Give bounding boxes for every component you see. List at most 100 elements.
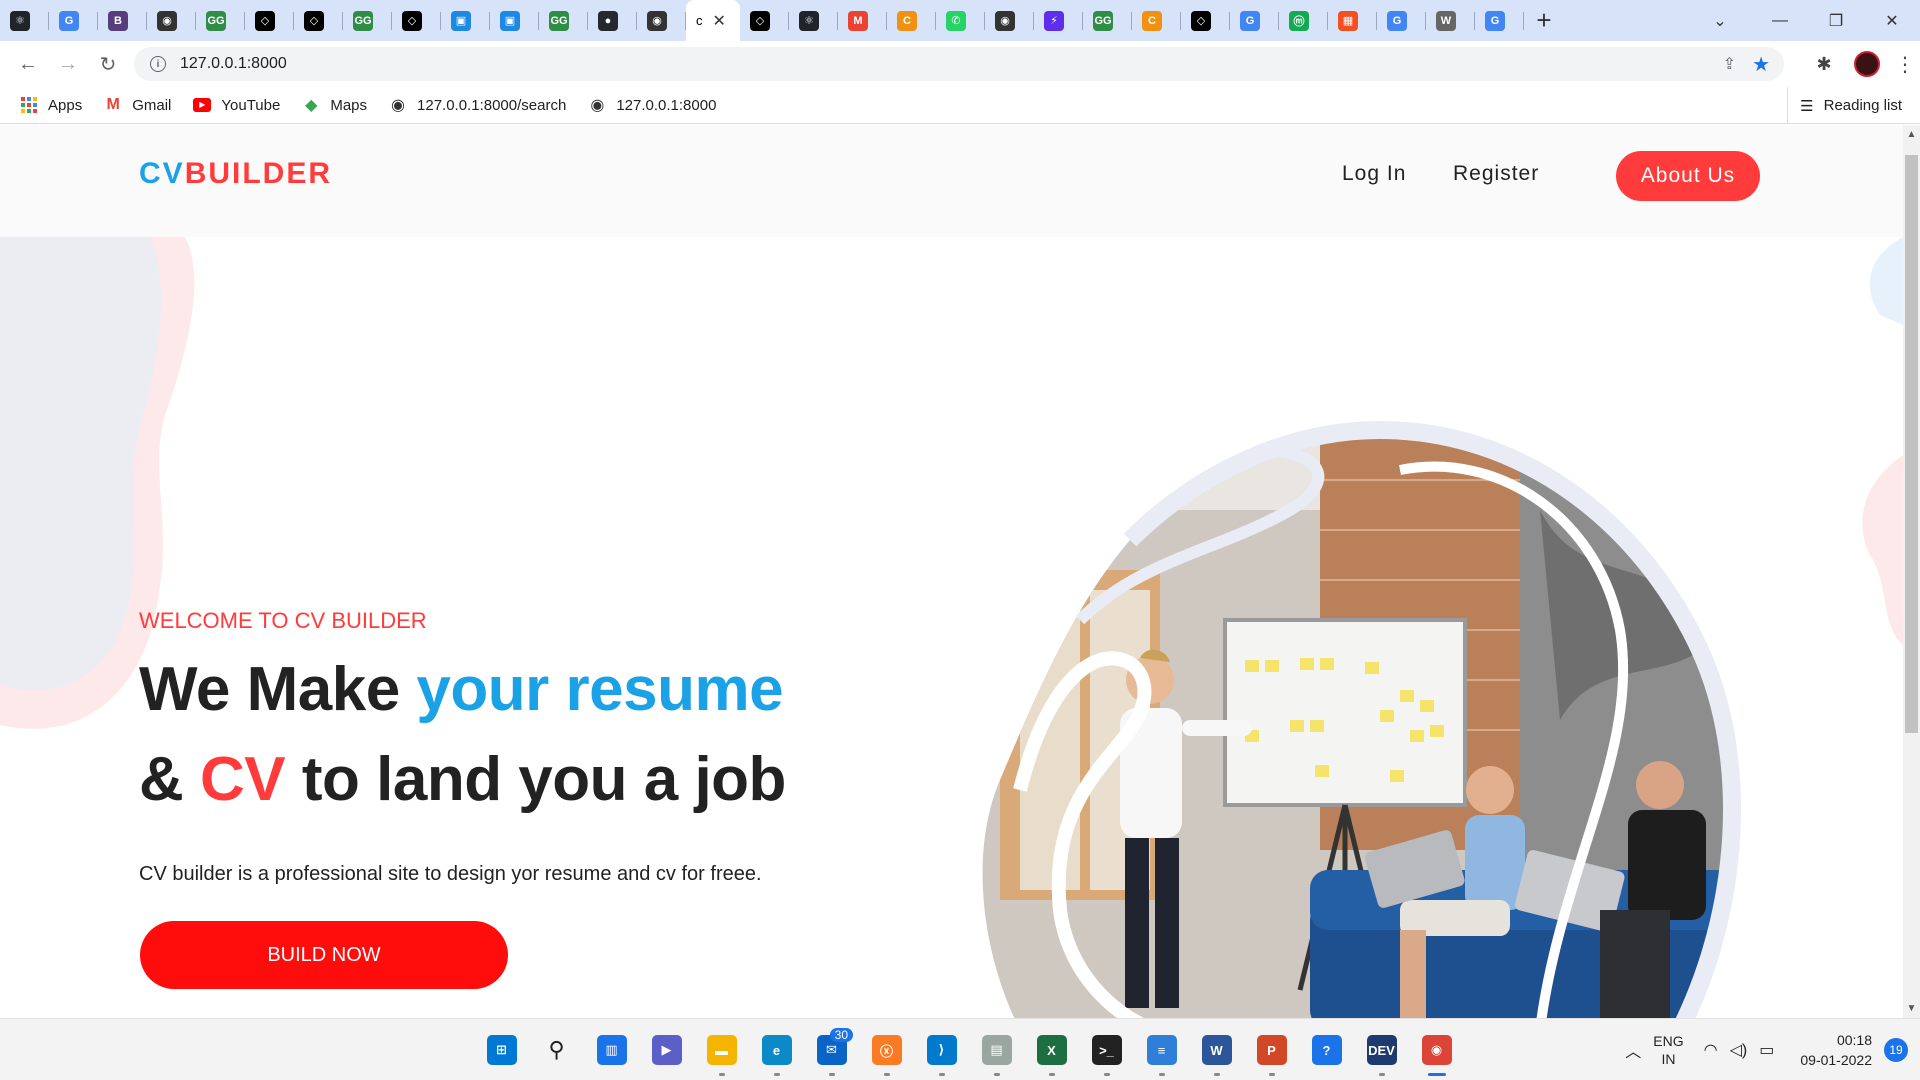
- scroll-down-arrow-icon[interactable]: ▼: [1903, 1003, 1920, 1014]
- address-bar[interactable]: i 127.0.0.1:8000 ⇪ ★: [134, 47, 1784, 81]
- browser-tab[interactable]: ⓜ: [1279, 0, 1328, 41]
- browser-tab[interactable]: ◇: [392, 0, 441, 41]
- new-tab-plus-icon[interactable]: +: [1524, 0, 1564, 41]
- browser-tab[interactable]: ◉: [985, 0, 1034, 41]
- taskbar-app[interactable]: ▬: [694, 1019, 749, 1080]
- battery-icon[interactable]: ▭: [1759, 1040, 1774, 1060]
- taskbar-app[interactable]: P: [1244, 1019, 1299, 1080]
- browser-menu-icon[interactable]: ⋮: [1890, 52, 1920, 77]
- forward-arrow-icon[interactable]: →: [48, 44, 88, 84]
- site-logo[interactable]: CVBUILDER: [139, 157, 332, 191]
- extensions-puzzle-icon[interactable]: ✱: [1804, 54, 1844, 75]
- browser-tab[interactable]: ●: [588, 0, 637, 41]
- taskbar-app[interactable]: W: [1189, 1019, 1244, 1080]
- volume-icon[interactable]: ◁): [1730, 1040, 1748, 1060]
- teams-chat-icon: ▶: [651, 1035, 682, 1065]
- language-indicator[interactable]: ENG IN: [1653, 1032, 1683, 1068]
- browser-tab[interactable]: GG: [539, 0, 588, 41]
- browser-tab[interactable]: GG: [343, 0, 392, 41]
- bookmark-youtube[interactable]: ▶ YouTube: [193, 96, 280, 114]
- bookmark-star-icon[interactable]: ★: [1752, 52, 1770, 77]
- browser-tab[interactable]: ◉: [147, 0, 196, 41]
- browser-tab[interactable]: ◇: [740, 0, 789, 41]
- nav-register-link[interactable]: Register: [1453, 162, 1539, 186]
- browser-tab[interactable]: ▣: [490, 0, 539, 41]
- restore-icon[interactable]: ❐: [1808, 0, 1864, 41]
- bookmark-localhost-search[interactable]: ◉ 127.0.0.1:8000/search: [389, 96, 566, 115]
- browser-tab[interactable]: M: [838, 0, 887, 41]
- browser-tab-active[interactable]: c ✕: [686, 0, 740, 41]
- taskbar-app[interactable]: ≡: [1134, 1019, 1189, 1080]
- taskbar-app[interactable]: >_: [1079, 1019, 1134, 1080]
- browser-tab[interactable]: B: [98, 0, 147, 41]
- browser-tab[interactable]: ▣: [441, 0, 490, 41]
- browser-tab[interactable]: ⚛: [789, 0, 838, 41]
- wikipedia-icon: W: [1436, 10, 1456, 31]
- notification-badge[interactable]: 19: [1884, 1038, 1908, 1062]
- clock[interactable]: 00:18 09-01-2022: [1800, 1030, 1872, 1070]
- browser-tab[interactable]: ✆: [936, 0, 985, 41]
- browser-tab[interactable]: ◉: [637, 0, 686, 41]
- browser-tab[interactable]: G: [49, 0, 98, 41]
- page-scrollbar[interactable]: ▲ ▼: [1903, 125, 1920, 1018]
- about-us-button[interactable]: About Us: [1616, 151, 1760, 201]
- scrollbar-thumb[interactable]: [1905, 155, 1918, 733]
- reload-icon[interactable]: ↻: [88, 44, 128, 84]
- region-code: IN: [1661, 1051, 1676, 1067]
- taskbar-app[interactable]: ⊞: [474, 1019, 529, 1080]
- logo-builder: BUILDER: [184, 157, 333, 190]
- profile-avatar[interactable]: [1854, 51, 1880, 77]
- browser-tab[interactable]: GG: [196, 0, 245, 41]
- bookmark-maps[interactable]: ◆ Maps: [302, 96, 367, 115]
- browser-tab[interactable]: ⚛: [0, 0, 49, 41]
- tray-chevron-up-icon[interactable]: ︿: [1625, 1038, 1641, 1062]
- running-indicator: [993, 1073, 1000, 1076]
- bookmark-localhost[interactable]: ◉ 127.0.0.1:8000: [588, 96, 716, 115]
- address-url[interactable]: 127.0.0.1:8000: [180, 55, 287, 73]
- browser-tab[interactable]: ◇: [1181, 0, 1230, 41]
- taskbar-app[interactable]: ◉: [1409, 1019, 1464, 1080]
- browser-tab[interactable]: ▦: [1328, 0, 1377, 41]
- taskbar-app[interactable]: ⚲: [529, 1019, 584, 1080]
- xampp-icon: ⓧ: [871, 1035, 902, 1065]
- taskbar-app[interactable]: X: [1024, 1019, 1079, 1080]
- scroll-up-arrow-icon[interactable]: ▲: [1903, 129, 1920, 140]
- close-tab-icon[interactable]: ✕: [713, 11, 726, 31]
- browser-tab[interactable]: C: [887, 0, 936, 41]
- taskbar-app[interactable]: ▶: [639, 1019, 694, 1080]
- taskbar-app[interactable]: ⟩: [914, 1019, 969, 1080]
- taskbar-app[interactable]: e: [749, 1019, 804, 1080]
- taskbar-app[interactable]: DEV: [1354, 1019, 1409, 1080]
- taskbar-app[interactable]: ✉ 30: [804, 1019, 859, 1080]
- tab-search-chevron-icon[interactable]: ⌄: [1700, 0, 1740, 41]
- browser-tab[interactable]: ◇: [294, 0, 343, 41]
- browser-tab[interactable]: G: [1230, 0, 1279, 41]
- browser-tab[interactable]: W: [1426, 0, 1475, 41]
- bookmarks-bar: Apps M Gmail ▶ YouTube ◆ Maps ◉ 127.0.0.…: [0, 87, 1920, 124]
- browser-tab[interactable]: G: [1377, 0, 1426, 41]
- taskbar-app[interactable]: ▥: [584, 1019, 639, 1080]
- close-window-icon[interactable]: ✕: [1864, 0, 1920, 41]
- hero-office-image: [982, 420, 1742, 1018]
- reading-list-label: Reading list: [1823, 97, 1902, 114]
- share-icon[interactable]: ⇪: [1723, 54, 1736, 74]
- browser-tab[interactable]: C: [1132, 0, 1181, 41]
- reading-list-button[interactable]: ☰ Reading list: [1787, 87, 1902, 124]
- minimize-icon[interactable]: —: [1752, 0, 1808, 41]
- site-info-icon[interactable]: i: [150, 56, 166, 72]
- clock-time: 00:18: [1836, 1032, 1872, 1048]
- bookmark-gmail[interactable]: M Gmail: [104, 96, 172, 114]
- browser-tab[interactable]: GG: [1083, 0, 1132, 41]
- nav-login-link[interactable]: Log In: [1342, 162, 1406, 186]
- taskbar-app[interactable]: ?: [1299, 1019, 1354, 1080]
- back-arrow-icon[interactable]: ←: [8, 44, 48, 84]
- taskbar-app[interactable]: ⓧ: [859, 1019, 914, 1080]
- bookmark-apps[interactable]: Apps: [20, 96, 82, 114]
- wifi-icon[interactable]: ◠: [1704, 1040, 1718, 1060]
- browser-tab[interactable]: ◇: [245, 0, 294, 41]
- browser-tab[interactable]: ⚡: [1034, 0, 1083, 41]
- browser-tab[interactable]: G: [1475, 0, 1524, 41]
- build-now-button[interactable]: BUILD NOW: [140, 921, 508, 989]
- taskbar-app[interactable]: ▤: [969, 1019, 1024, 1080]
- react-icon: ⚛: [10, 10, 30, 31]
